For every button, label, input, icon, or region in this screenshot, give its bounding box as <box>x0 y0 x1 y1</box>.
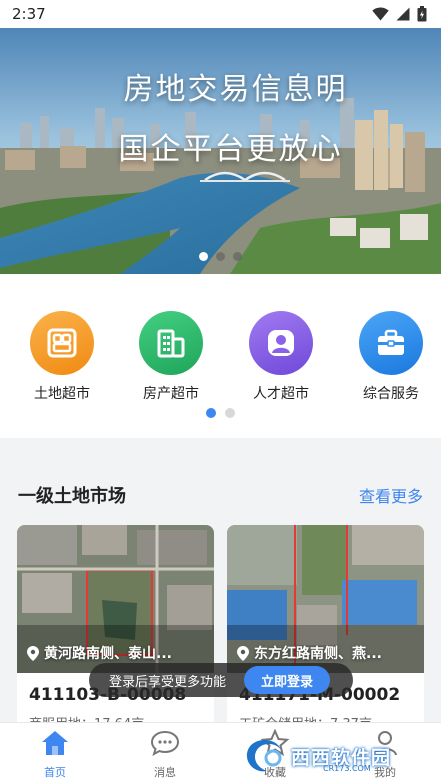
quick-menu-dot-2[interactable] <box>225 408 235 418</box>
nav-home[interactable]: 首页 <box>20 729 90 780</box>
login-now-button[interactable]: 立即登录 <box>244 666 331 694</box>
banner-title-line1: 房地交易信息明 <box>123 72 348 107</box>
location-pin-icon <box>27 645 39 661</box>
status-bar: 2:37 <box>0 0 441 28</box>
card-location: 黄河路南侧、泰山... <box>27 643 204 663</box>
building-icon <box>139 311 203 375</box>
land-market-icon <box>30 311 94 375</box>
card-location-text: 黄河路南侧、泰山... <box>44 646 172 662</box>
section-header: 一级土地市场 查看更多 <box>18 482 423 508</box>
quick-item-general-service[interactable]: 综合服务 <box>341 311 441 403</box>
quick-menu-dot-1[interactable] <box>206 408 216 418</box>
card-location: 东方红路南侧、燕... <box>237 643 414 663</box>
land-aerial-photo: 黄河路南侧、泰山... <box>17 525 214 673</box>
quick-item-talent-market[interactable]: 人才超市 <box>231 311 331 403</box>
quick-menu-pagination <box>0 408 441 418</box>
signal-icon <box>396 7 410 21</box>
home-icon <box>42 731 68 755</box>
login-prompt-message: 登录后享受更多功能 <box>109 674 227 690</box>
quick-item-property-market[interactable]: 房产超市 <box>121 311 221 403</box>
chat-icon <box>150 730 180 757</box>
banner-dot-3[interactable] <box>233 252 242 261</box>
quick-item-label: 土地超市 <box>34 386 90 402</box>
banner-dot-2[interactable] <box>216 252 225 261</box>
land-aerial-photo: 东方红路南侧、燕... <box>227 525 424 673</box>
banner-pagination <box>0 252 441 261</box>
quick-menu: 土地超市 房产超市 人才超市 综合服务 <box>0 274 441 438</box>
location-pin-icon <box>237 645 249 661</box>
banner-title-line2: 国企平台更放心 <box>118 132 343 167</box>
status-icons <box>372 6 427 22</box>
watermark-swirl-icon <box>246 740 282 772</box>
briefcase-icon <box>359 311 423 375</box>
banner-dot-1[interactable] <box>199 252 208 261</box>
view-more-link[interactable]: 查看更多 <box>359 483 423 507</box>
wifi-icon <box>372 7 389 21</box>
battery-icon <box>417 6 427 22</box>
watermark-subtext: CR173.COM <box>323 764 371 773</box>
nav-messages[interactable]: 消息 <box>130 729 200 780</box>
watermark-logo: 西西软件园 CR173.COM <box>243 734 433 778</box>
quick-item-label: 房产超市 <box>143 386 199 402</box>
hero-banner[interactable]: 房地交易信息明 国企平台更放心 <box>0 28 441 274</box>
status-time: 2:37 <box>12 5 46 23</box>
login-prompt-toast: 登录后享受更多功能 立即登录 <box>89 663 353 697</box>
card-location-text: 东方红路南侧、燕... <box>254 646 382 662</box>
section-title: 一级土地市场 <box>18 486 126 507</box>
quick-item-label: 综合服务 <box>363 386 419 402</box>
quick-item-label: 人才超市 <box>253 386 309 402</box>
nav-label: 消息 <box>154 766 176 779</box>
nav-label: 首页 <box>44 766 66 779</box>
quick-item-land-market[interactable]: 土地超市 <box>12 311 112 403</box>
person-icon <box>249 311 313 375</box>
